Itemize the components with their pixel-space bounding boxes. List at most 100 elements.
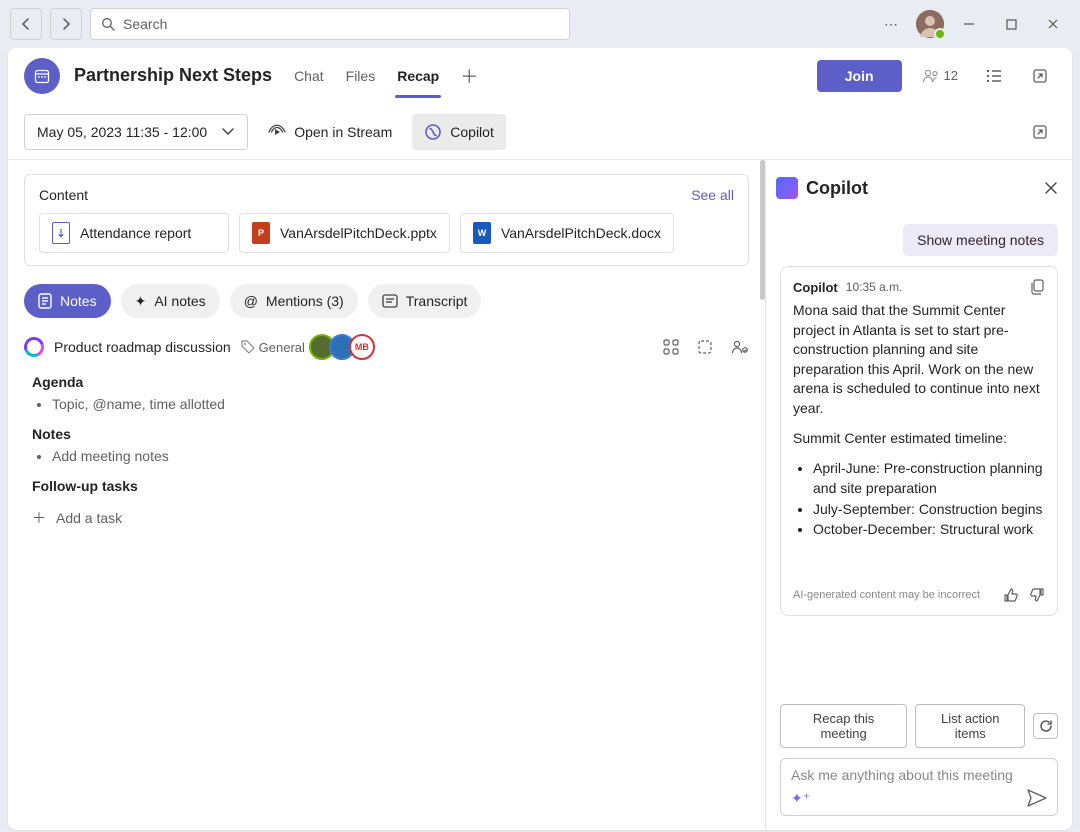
- meeting-tabs: Chat Files Recap: [292, 54, 441, 98]
- copilot-title: Copilot: [806, 178, 868, 199]
- tab-chat[interactable]: Chat: [292, 54, 326, 98]
- pill-label: Mentions (3): [266, 293, 344, 309]
- file-label: VanArsdelPitchDeck.pptx: [280, 225, 437, 241]
- thumbs-down-button[interactable]: [1029, 587, 1045, 603]
- back-button[interactable]: [10, 8, 42, 40]
- copilot-logo-icon: [776, 177, 798, 199]
- participants-chip[interactable]: 12: [916, 62, 964, 90]
- apps-button[interactable]: [663, 339, 679, 355]
- prompt-recap[interactable]: Recap this meeting: [780, 704, 907, 748]
- mention-icon: @: [244, 293, 258, 309]
- pill-label: Notes: [60, 293, 97, 309]
- task-list-button[interactable]: [978, 60, 1010, 92]
- stream-icon: [268, 124, 286, 140]
- title-bar: Search ⋯: [0, 0, 1080, 48]
- copilot-panel: Copilot Show meeting notes Copilot 10:35…: [766, 160, 1072, 830]
- pill-mentions[interactable]: @ Mentions (3): [230, 284, 358, 318]
- notes-section: Notes Add meeting notes: [32, 426, 749, 464]
- powerpoint-icon: P: [252, 222, 270, 244]
- pill-label: AI notes: [154, 293, 205, 309]
- ai-disclaimer: AI-generated content may be incorrect: [793, 589, 980, 601]
- close-copilot-button[interactable]: [1044, 181, 1058, 195]
- forward-button[interactable]: [50, 8, 82, 40]
- refresh-prompts-button[interactable]: [1033, 713, 1058, 739]
- people-icon: [922, 68, 940, 84]
- search-input[interactable]: Search: [90, 8, 570, 40]
- attendance-icon: [52, 222, 70, 244]
- suggestion-chip[interactable]: Show meeting notes: [903, 224, 1058, 256]
- copilot-label: Copilot: [450, 124, 494, 140]
- loop-component-button[interactable]: [697, 339, 713, 355]
- share-people-button[interactable]: [731, 339, 749, 355]
- prompt-actions[interactable]: List action items: [915, 704, 1025, 748]
- open-in-stream-label: Open in Stream: [294, 124, 392, 140]
- window-minimize-button[interactable]: [952, 10, 986, 38]
- meeting-header: Partnership Next Steps Chat Files Recap …: [8, 48, 1072, 104]
- add-task-button[interactable]: ＋ Add a task: [32, 508, 749, 528]
- agenda-section: Agenda Topic, @name, time allotted: [32, 374, 749, 412]
- meeting-title: Partnership Next Steps: [74, 65, 272, 86]
- loop-title: Product roadmap discussion: [54, 339, 231, 355]
- tasks-heading: Follow-up tasks: [32, 478, 749, 494]
- agenda-placeholder[interactable]: Topic, @name, time allotted: [52, 396, 749, 412]
- file-pptx[interactable]: P VanArsdelPitchDeck.pptx: [239, 213, 450, 253]
- join-button[interactable]: Join: [817, 60, 902, 92]
- search-icon: [101, 17, 115, 31]
- content-heading: Content: [39, 187, 88, 203]
- file-docx[interactable]: W VanArsdelPitchDeck.docx: [460, 213, 674, 253]
- notes-placeholder[interactable]: Add meeting notes: [52, 448, 749, 464]
- recap-toolbar: May 05, 2023 11:35 - 12:00 Open in Strea…: [8, 104, 1072, 160]
- pill-transcript[interactable]: Transcript: [368, 284, 482, 318]
- content-card: Content See all Attendance report P VanA…: [24, 174, 749, 266]
- file-label: VanArsdelPitchDeck.docx: [501, 225, 661, 241]
- add-task-label: Add a task: [56, 510, 122, 526]
- file-attendance-report[interactable]: Attendance report: [39, 213, 229, 253]
- see-all-link[interactable]: See all: [691, 187, 734, 203]
- copilot-toggle[interactable]: Copilot: [412, 114, 506, 150]
- response-paragraph: Mona said that the Summit Center project…: [793, 301, 1045, 419]
- thumbs-up-button[interactable]: [1003, 587, 1019, 603]
- response-bullet: April-June: Pre-construction planning an…: [813, 458, 1045, 499]
- loop-tag[interactable]: General: [241, 340, 305, 355]
- avatar: MB: [349, 334, 375, 360]
- transcript-icon: [382, 294, 398, 308]
- copilot-compose[interactable]: Ask me anything about this meeting ✦⁺: [780, 758, 1058, 816]
- pop-out-button[interactable]: [1024, 60, 1056, 92]
- sparkle-icon[interactable]: ✦⁺: [791, 790, 810, 807]
- response-bullet: July-September: Construction begins: [813, 499, 1045, 519]
- pill-notes[interactable]: Notes: [24, 284, 111, 318]
- response-time: 10:35 a.m.: [846, 280, 903, 294]
- prompt-suggestions: Recap this meeting List action items: [766, 696, 1072, 752]
- chevron-down-icon: [221, 127, 235, 137]
- tab-files[interactable]: Files: [344, 54, 378, 98]
- word-icon: W: [473, 222, 491, 244]
- response-subheading: Summit Center estimated timeline:: [793, 429, 1045, 449]
- pill-ai-notes[interactable]: ✦ AI notes: [121, 284, 220, 318]
- app-surface: Partnership Next Steps Chat Files Recap …: [8, 48, 1072, 830]
- facepile[interactable]: MB: [315, 334, 375, 360]
- tag-icon: [241, 340, 255, 354]
- open-in-stream-button[interactable]: Open in Stream: [258, 114, 402, 150]
- recap-main: Content See all Attendance report P VanA…: [8, 160, 766, 830]
- agenda-heading: Agenda: [32, 374, 749, 390]
- window-close-button[interactable]: [1036, 10, 1070, 38]
- response-bullet: October-December: Structural work: [813, 519, 1045, 539]
- datetime-picker[interactable]: May 05, 2023 11:35 - 12:00: [24, 114, 248, 150]
- notes-heading: Notes: [32, 426, 749, 442]
- open-external-button[interactable]: [1024, 116, 1056, 148]
- recap-pills: Notes ✦ AI notes @ Mentions (3) Transcri…: [24, 284, 749, 318]
- add-tab-button[interactable]: ＋: [455, 62, 483, 90]
- loop-icon: [21, 334, 48, 361]
- loop-header: Product roadmap discussion General MB: [24, 334, 749, 360]
- current-user-avatar[interactable]: [916, 10, 944, 38]
- send-button[interactable]: [1027, 789, 1047, 807]
- copy-button[interactable]: [1030, 279, 1045, 295]
- file-label: Attendance report: [80, 225, 191, 241]
- window-maximize-button[interactable]: [994, 10, 1028, 38]
- sparkle-icon: ✦: [135, 293, 147, 310]
- more-button[interactable]: ⋯: [874, 10, 908, 38]
- tab-recap[interactable]: Recap: [395, 54, 441, 98]
- copilot-icon: [424, 123, 442, 141]
- copilot-response-card: Copilot 10:35 a.m. Mona said that the Su…: [780, 266, 1058, 616]
- notes-icon: [38, 293, 52, 309]
